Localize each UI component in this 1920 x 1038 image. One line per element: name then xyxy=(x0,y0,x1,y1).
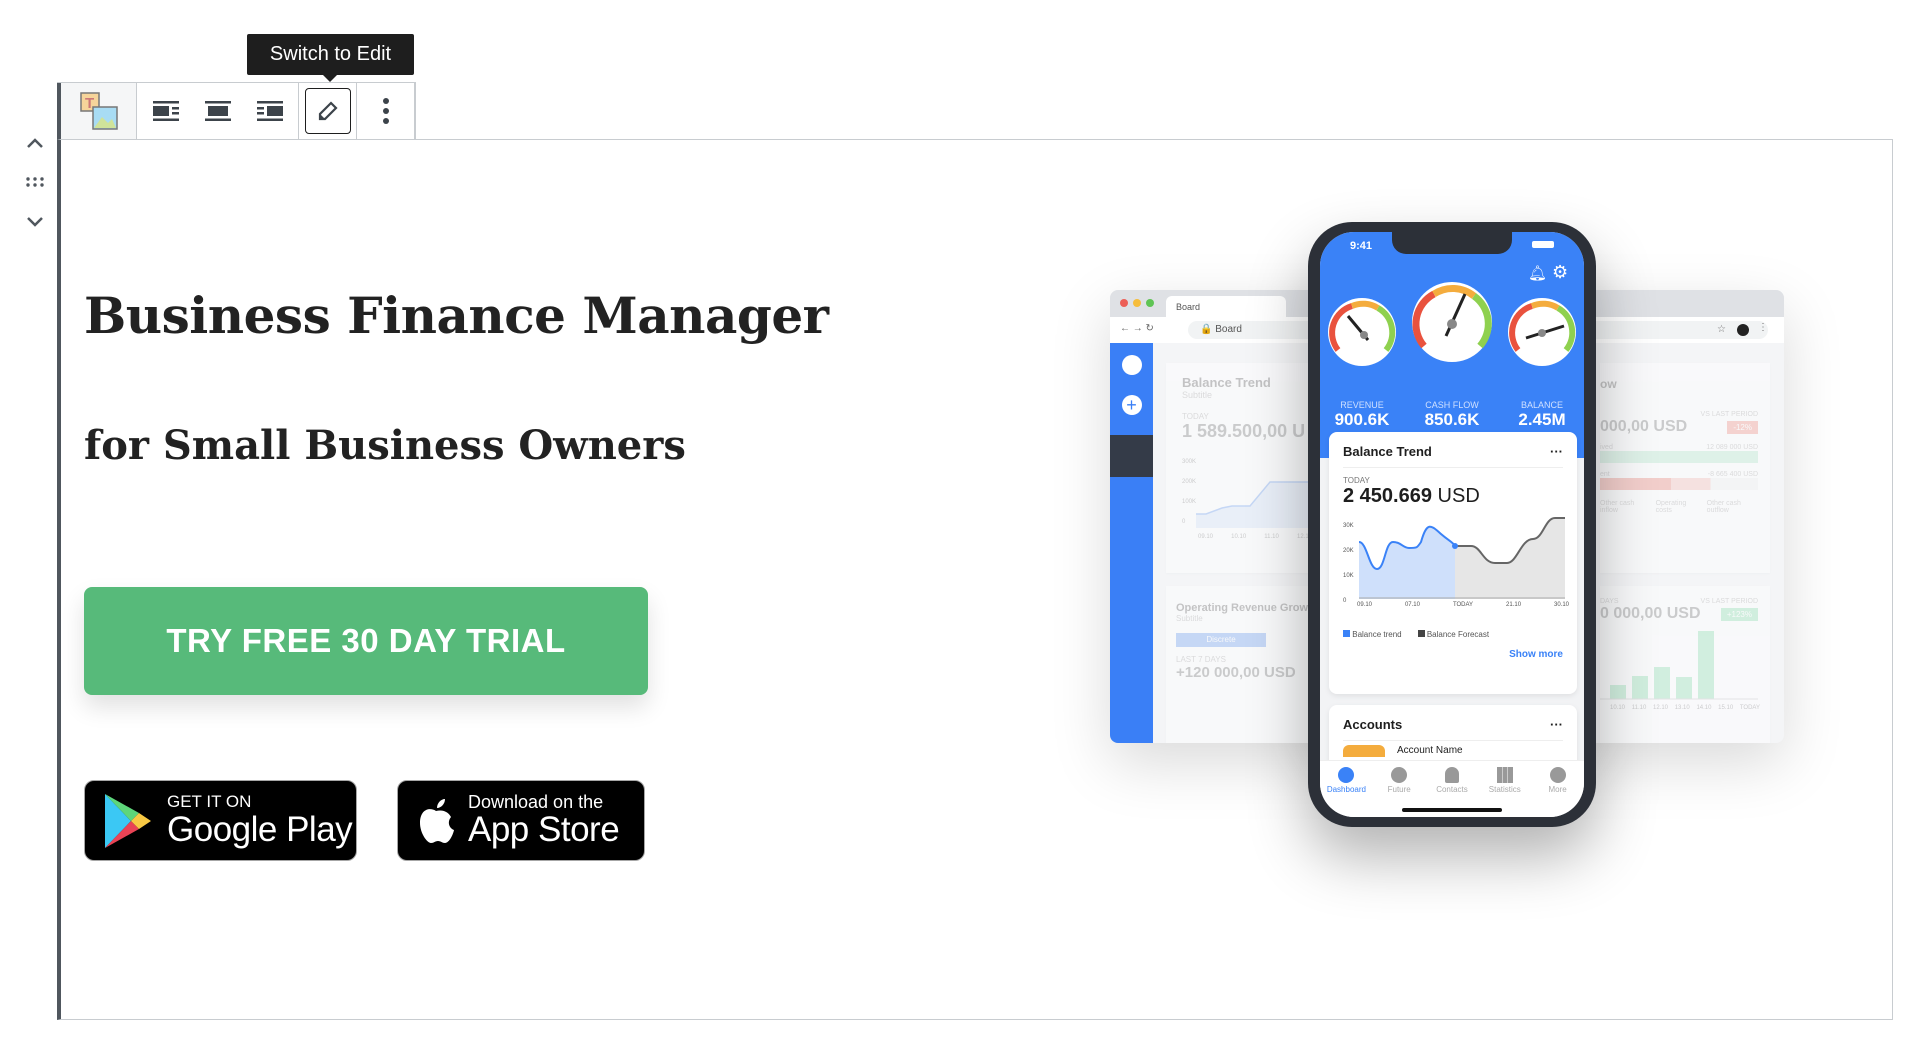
move-down-button[interactable] xyxy=(22,208,48,234)
chevron-down-icon xyxy=(27,217,43,227)
align-wide-icon xyxy=(204,101,231,121)
more-vertical-icon xyxy=(382,98,389,124)
media-left-button[interactable] xyxy=(140,83,192,139)
tab-more[interactable]: More xyxy=(1532,767,1584,817)
block-toolbar: T xyxy=(57,82,416,140)
show-more-link[interactable]: Show more xyxy=(1343,649,1563,660)
home-indicator xyxy=(1402,808,1502,812)
revenue-gauge xyxy=(1328,298,1396,366)
page-title: Business Finance Manager xyxy=(84,286,829,345)
page-subtitle: for Small Business Owners xyxy=(84,422,686,469)
free-trial-button[interactable]: TRY FREE 30 DAY TRIAL xyxy=(84,587,648,695)
move-up-button[interactable] xyxy=(22,130,48,156)
tab-dashboard[interactable]: Dashboard xyxy=(1320,767,1372,817)
align-media-right-icon xyxy=(256,101,283,121)
apple-icon xyxy=(420,798,454,843)
drag-dots-icon xyxy=(26,177,44,187)
align-media-left-icon xyxy=(152,101,179,121)
wide-width-button[interactable] xyxy=(192,83,244,139)
cash-flow-gauge xyxy=(1412,282,1492,362)
app-store-button[interactable]: Download on the App Store xyxy=(397,780,645,861)
pencil-icon xyxy=(318,101,338,121)
phone-mockup: 9:41 🔔︎ ⚙ REVENUE 900.6K CASH FLOW 850.6K … xyxy=(1308,222,1596,827)
google-play-button[interactable]: GET IT ON Google Play xyxy=(84,780,357,861)
balance-gauge xyxy=(1508,298,1576,366)
drag-handle[interactable] xyxy=(22,169,48,195)
switch-to-edit-button[interactable] xyxy=(304,88,351,134)
google-play-icon xyxy=(105,793,151,848)
balance-trend-card: Balance Trend ··· TODAY 2 450.669 USD 30K… xyxy=(1329,432,1577,694)
media-right-button[interactable] xyxy=(244,83,296,139)
chevron-up-icon xyxy=(27,138,43,148)
more-options-button[interactable] xyxy=(360,83,412,139)
tooltip: Switch to Edit xyxy=(247,34,414,82)
battery-icon xyxy=(1532,241,1554,248)
more-icon[interactable]: ··· xyxy=(1550,444,1563,459)
media-text-icon: T xyxy=(79,92,118,130)
block-type-button[interactable]: T xyxy=(57,83,137,139)
